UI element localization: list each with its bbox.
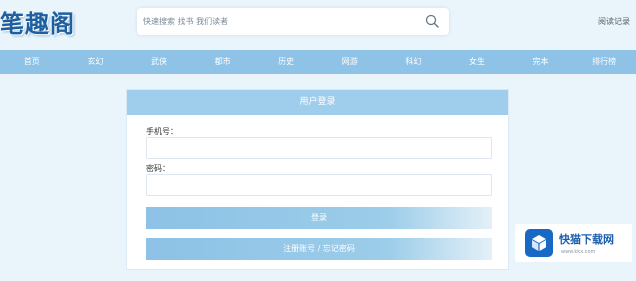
nav-item-history[interactable]: 历史 [254,50,318,74]
phone-label: 手机号： [146,127,178,136]
site-logo[interactable]: 笔趣阁 [0,4,75,39]
login-panel: 用户登录 手机号： 密码： 登录 注册账号 / 忘记密码 [126,89,509,270]
header: 笔趣阁 快速搜索 找书 我们读者 阅读记录 [0,0,636,46]
box-icon [525,229,553,257]
nav-item-ranking[interactable]: 排行榜 [572,50,636,74]
watermark-url: www.kkx.com [561,249,596,255]
phone-input[interactable] [146,137,492,159]
nav-item-online-game[interactable]: 网游 [318,50,382,74]
nav-item-xuanhuan[interactable]: 玄幻 [64,50,128,74]
login-title: 用户登录 [127,90,508,115]
watermark-title: 快猫下载网 [559,233,614,246]
password-input[interactable] [146,174,492,196]
nav-item-wuxia[interactable]: 武侠 [127,50,191,74]
search-bar[interactable]: 快速搜索 找书 我们读者 [137,8,449,35]
nav-item-female[interactable]: 女生 [445,50,509,74]
search-input[interactable]: 快速搜索 找书 我们读者 [143,16,228,27]
main-nav: 首页 玄幻 武侠 都市 历史 网游 科幻 女生 完本 排行榜 [0,50,636,74]
nav-item-home[interactable]: 首页 [0,50,64,74]
reading-history-link[interactable]: 阅读记录 [598,16,630,27]
login-button[interactable]: 登录 [146,207,492,229]
watermark-logo: 快猫下载网 www.kkx.com [515,224,632,262]
search-icon[interactable] [425,14,439,28]
nav-item-completed[interactable]: 完本 [509,50,573,74]
nav-item-scifi[interactable]: 科幻 [382,50,446,74]
register-button[interactable]: 注册账号 / 忘记密码 [146,238,492,260]
nav-item-urban[interactable]: 都市 [191,50,255,74]
password-label: 密码： [146,164,170,173]
